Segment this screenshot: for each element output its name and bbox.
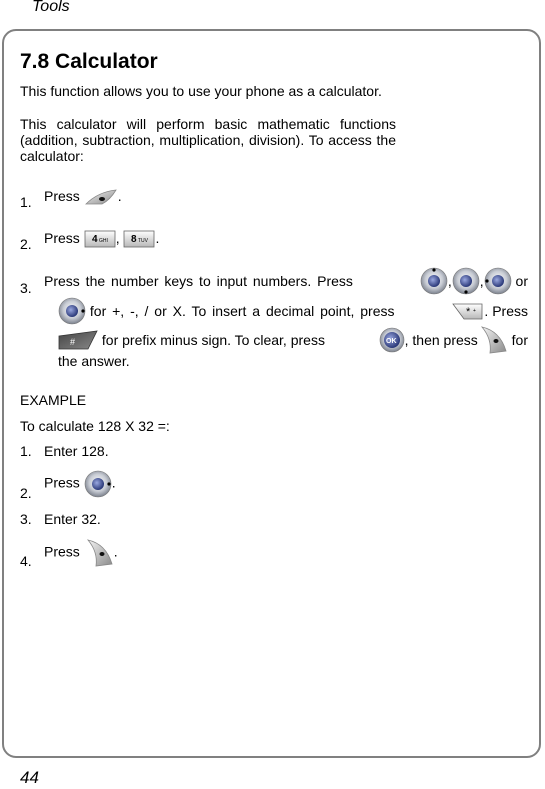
step-3: Press the number keys to input numbers. … xyxy=(44,266,528,368)
svg-text:*: * xyxy=(466,306,471,318)
send-key-icon xyxy=(84,189,117,205)
example-task: To calculate 128 X 32 =: xyxy=(20,418,170,434)
step-3-number: 3. xyxy=(20,280,32,296)
send-key-icon xyxy=(86,539,113,567)
nav-left-key-icon xyxy=(484,267,511,295)
running-header: Tools xyxy=(32,0,70,15)
page-number: 44 xyxy=(20,768,39,787)
step-2-text: Press xyxy=(44,230,80,246)
example-step-2-number: 2. xyxy=(20,485,32,501)
hash-key-icon: # xyxy=(58,330,98,350)
step-1-number: 1. xyxy=(20,194,32,210)
step-2-number: 2. xyxy=(20,236,32,252)
nav-right-key-icon xyxy=(84,470,111,498)
description-text: This calculator will perform basic mathe… xyxy=(20,116,396,164)
svg-text:#: # xyxy=(70,337,75,347)
ok-key-icon: OK xyxy=(379,327,404,353)
example-step-4: Press . xyxy=(44,538,118,568)
example-step-4-number: 4. xyxy=(20,553,32,569)
key-8-icon: 8 TUV xyxy=(124,230,155,248)
intro-text: This function allows you to use your pho… xyxy=(20,83,382,99)
svg-text:+: + xyxy=(473,308,476,314)
step-1-text: Press xyxy=(44,188,80,204)
star-key-icon: * + xyxy=(452,303,483,320)
svg-text:GHI: GHI xyxy=(99,238,108,244)
example-step-3-number: 3. xyxy=(20,511,32,527)
example-heading: EXAMPLE xyxy=(20,392,87,408)
section-title: 7.8 Calculator xyxy=(20,50,158,73)
step-2: Press 4 GHI , 8 TUV . xyxy=(44,230,159,248)
svg-text:OK: OK xyxy=(386,338,397,345)
example-step-1-number: 1. xyxy=(20,443,32,459)
example-step-3: Enter 32. xyxy=(44,511,101,527)
svg-text:4: 4 xyxy=(92,234,98,245)
svg-text:TUV: TUV xyxy=(138,238,149,244)
example-step-1: Enter 128. xyxy=(44,443,109,459)
example-step-2: Press . xyxy=(44,470,116,498)
nav-up-key-icon xyxy=(420,267,448,295)
nav-down-key-icon xyxy=(452,267,480,295)
key-4-icon: 4 GHI xyxy=(84,230,116,248)
send-key-icon xyxy=(480,326,507,354)
svg-text:8: 8 xyxy=(131,234,137,245)
step-1: Press . xyxy=(44,188,122,206)
nav-right-key-icon xyxy=(58,297,86,325)
